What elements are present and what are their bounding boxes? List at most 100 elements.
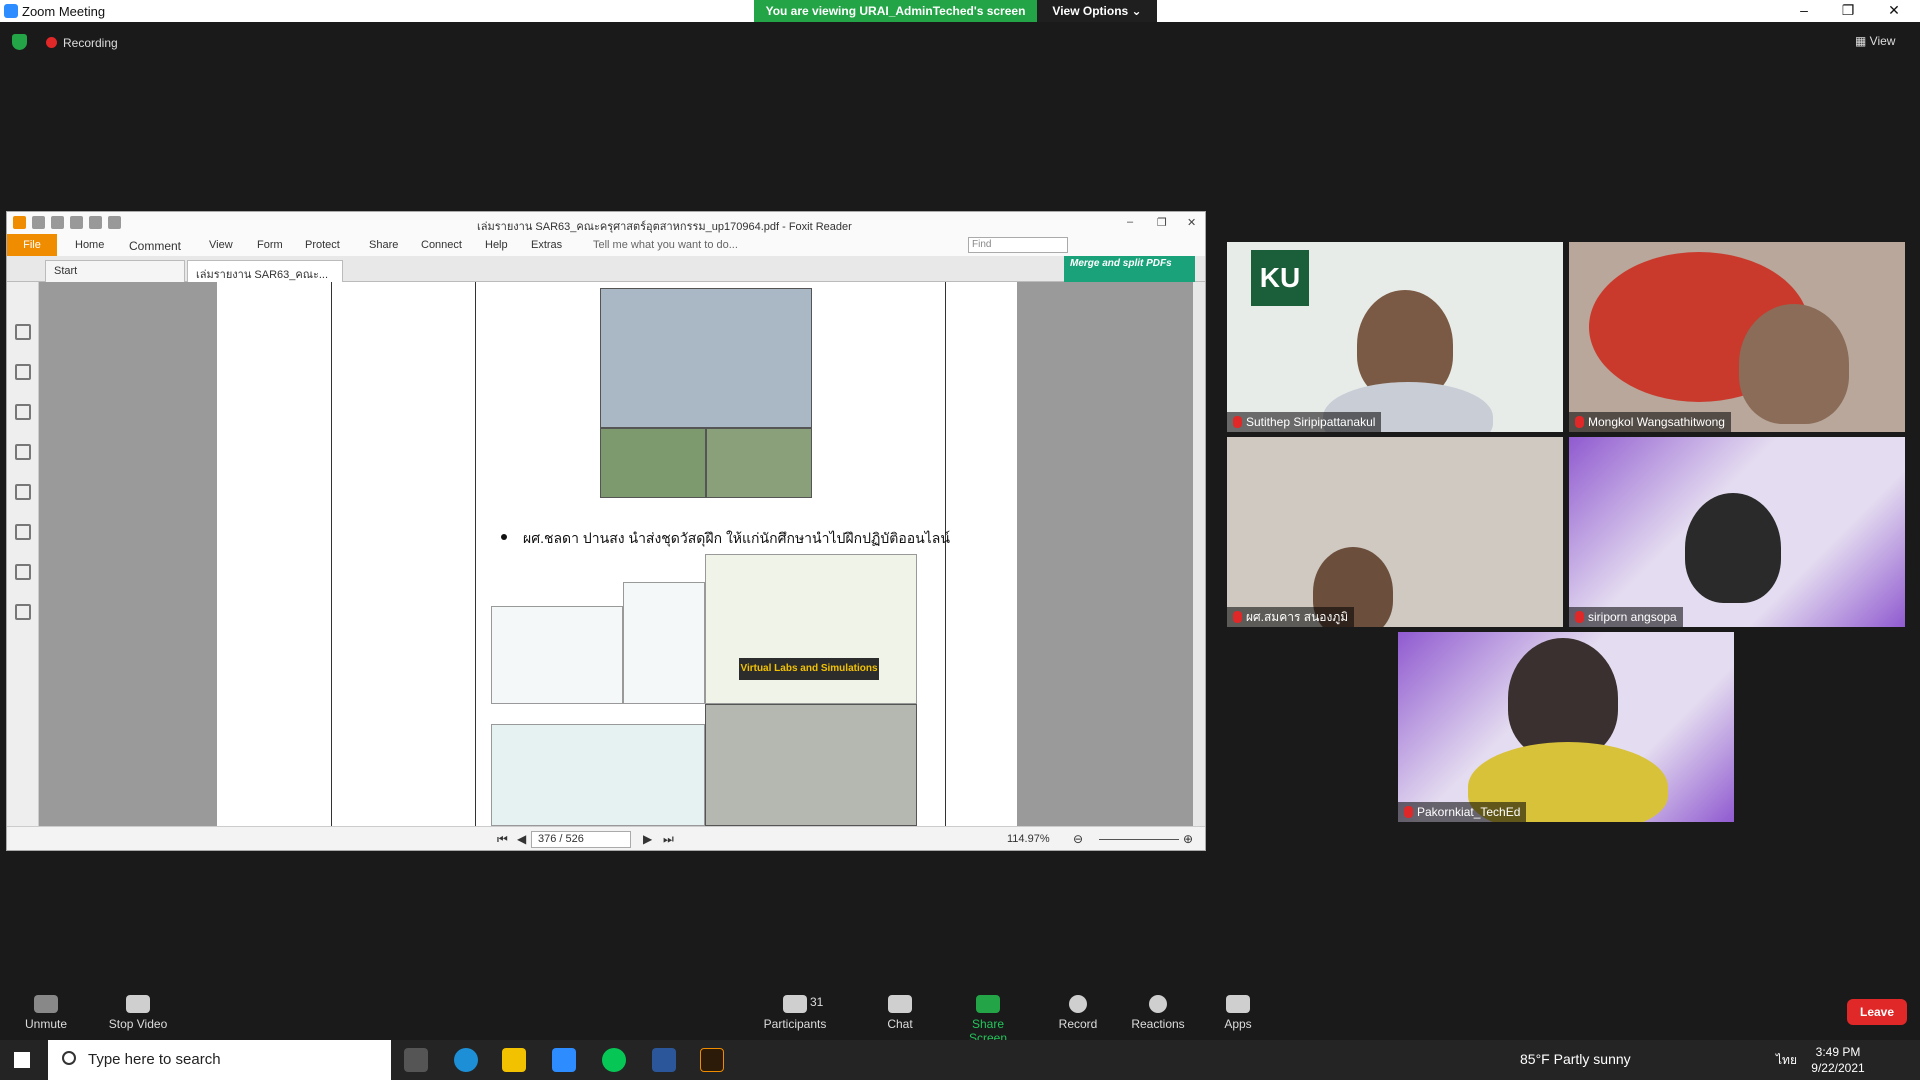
- word-icon[interactable]: [652, 1048, 676, 1072]
- bullet-point: [501, 534, 507, 540]
- input-language[interactable]: ไทย: [1776, 1051, 1797, 1070]
- participant-avatar: [1508, 638, 1618, 758]
- open-icon[interactable]: [32, 216, 45, 229]
- recording-dot-icon: [46, 37, 57, 48]
- menu-comment[interactable]: Comment: [129, 239, 181, 253]
- menu-file[interactable]: File: [7, 234, 57, 256]
- tab-start[interactable]: Start: [45, 260, 185, 282]
- search-icon: [62, 1051, 76, 1065]
- unmute-button[interactable]: Unmute: [22, 995, 70, 1031]
- view-options-button[interactable]: View Options ⌄: [1037, 0, 1157, 22]
- foxit-close-icon[interactable]: ✕: [1187, 216, 1196, 229]
- bookmark-icon[interactable]: [15, 324, 31, 340]
- dlearn-screenshot-1: [491, 606, 623, 704]
- tutorial-screenshot: [705, 554, 917, 704]
- participant-name: Pakornkiat_TechEd: [1417, 805, 1521, 819]
- task-view-icon[interactable]: [404, 1048, 428, 1072]
- minimize-button[interactable]: –: [1784, 2, 1824, 18]
- undo-icon[interactable]: [89, 216, 102, 229]
- close-button[interactable]: ✕: [1874, 2, 1914, 19]
- illustrator-icon[interactable]: [700, 1048, 724, 1072]
- menu-view[interactable]: View: [209, 239, 233, 251]
- menu-protect[interactable]: Protect: [305, 239, 340, 251]
- edge-icon[interactable]: [454, 1048, 478, 1072]
- menu-form[interactable]: Form: [257, 239, 283, 251]
- pages-icon[interactable]: [15, 364, 31, 380]
- stop-video-label: Stop Video: [108, 1017, 168, 1031]
- fill-sign-icon[interactable]: [15, 604, 31, 620]
- first-page-icon[interactable]: ⏮: [497, 832, 508, 847]
- participant-name-bar: Sutithep Siripipattanakul: [1227, 412, 1382, 432]
- weather-widget[interactable]: 85°F Partly sunny: [1520, 1051, 1631, 1067]
- zoom-slider[interactable]: [1099, 839, 1179, 840]
- zoom-taskbar-icon[interactable]: [552, 1048, 576, 1072]
- menu-extras[interactable]: Extras: [531, 239, 562, 251]
- taskbar-search[interactable]: Type here to search: [48, 1040, 391, 1080]
- share-screen-icon: [976, 995, 1000, 1013]
- video-tile[interactable]: Mongkol Wangsathitwong: [1569, 242, 1905, 432]
- record-button[interactable]: Record: [1056, 995, 1100, 1031]
- video-tile[interactable]: KU Sutithep Siripipattanakul: [1227, 242, 1563, 432]
- last-page-icon[interactable]: ⏭: [663, 832, 674, 847]
- foxit-restore-icon[interactable]: ❐: [1157, 216, 1167, 229]
- chat-label: Chat: [887, 1017, 913, 1031]
- page-number-input[interactable]: 376 / 526: [531, 831, 631, 848]
- stop-video-button[interactable]: Stop Video: [106, 995, 170, 1031]
- prev-page-icon[interactable]: ◀: [517, 832, 526, 846]
- zoom-level[interactable]: 114.97%: [1007, 833, 1050, 845]
- participant-name-bar: Mongkol Wangsathitwong: [1569, 412, 1731, 432]
- vertical-scrollbar[interactable]: [1193, 282, 1205, 826]
- zoom-toolbar: Unmute Stop Video Participants 31 Chat S…: [0, 975, 1920, 1045]
- web-screenshot: [623, 582, 705, 704]
- reactions-label: Reactions: [1131, 1017, 1185, 1031]
- tab-document[interactable]: เล่มรายงาน SAR63_คณะ...: [187, 260, 343, 282]
- zoom-in-icon[interactable]: ⊕: [1183, 832, 1193, 846]
- group-photo-top: [600, 288, 812, 428]
- document-view[interactable]: ผศ.ชลดา ปานสง นำส่งชุดวัสดุฝึก ให้แก่นัก…: [7, 282, 1205, 826]
- dlearn-screenshot-2: [491, 724, 705, 826]
- video-tile[interactable]: ผศ.สมคาร สนองภูมิ: [1227, 437, 1563, 627]
- tell-me-search[interactable]: Tell me what you want to do...: [593, 239, 738, 251]
- shared-screen-foxit-window: เล่มรายงาน SAR63_คณะครุศาสตร์อุตสาหกรรม_…: [6, 211, 1206, 851]
- chat-icon: [888, 995, 912, 1013]
- menu-home[interactable]: Home: [75, 239, 104, 251]
- attachment-icon[interactable]: [15, 484, 31, 500]
- unmute-label: Unmute: [24, 1017, 68, 1031]
- system-clock[interactable]: 3:49 PM 9/22/2021: [1808, 1044, 1868, 1076]
- print-icon[interactable]: [70, 216, 83, 229]
- redo-icon[interactable]: [108, 216, 121, 229]
- windows-start-icon[interactable]: [14, 1052, 30, 1068]
- pdf-page: ผศ.ชลดา ปานสง นำส่งชุดวัสดุฝึก ให้แก่นัก…: [217, 282, 1017, 826]
- layers-icon[interactable]: [15, 404, 31, 420]
- windows-taskbar: Type here to search 85°F Partly sunny ไท…: [0, 1040, 1920, 1080]
- participant-name: siriporn angsopa: [1588, 610, 1677, 624]
- video-tile[interactable]: siriporn angsopa: [1569, 437, 1905, 627]
- signature-icon[interactable]: [15, 524, 31, 540]
- comments-icon[interactable]: [15, 444, 31, 460]
- file-explorer-icon[interactable]: [502, 1048, 526, 1072]
- apps-button[interactable]: Apps: [1222, 995, 1254, 1031]
- view-layout-button[interactable]: ▦ View: [1855, 34, 1895, 48]
- menu-connect[interactable]: Connect: [421, 239, 462, 251]
- merge-split-banner[interactable]: Merge and split PDFs: [1064, 256, 1195, 282]
- lock-icon[interactable]: [15, 564, 31, 580]
- clock-date: 9/22/2021: [1811, 1061, 1865, 1075]
- leave-button[interactable]: Leave: [1847, 999, 1907, 1025]
- menu-help[interactable]: Help: [485, 239, 508, 251]
- next-page-icon[interactable]: ▶: [643, 832, 652, 846]
- share-screen-button[interactable]: Share Screen: [952, 995, 1024, 1045]
- participant-name-bar: siriporn angsopa: [1569, 607, 1683, 627]
- viewing-screen-banner: You are viewing URAI_AdminTeched's scree…: [754, 0, 1037, 22]
- zoom-out-icon[interactable]: ⊖: [1073, 832, 1083, 846]
- chat-button[interactable]: Chat: [880, 995, 920, 1031]
- menu-share[interactable]: Share: [369, 239, 398, 251]
- save-icon[interactable]: [51, 216, 64, 229]
- encryption-shield-icon[interactable]: [12, 34, 27, 50]
- table-line: [475, 282, 476, 826]
- foxit-minimize-icon[interactable]: –: [1127, 216, 1133, 228]
- find-input[interactable]: Find: [968, 237, 1068, 253]
- reactions-button[interactable]: Reactions: [1131, 995, 1185, 1031]
- video-tile[interactable]: Pakornkiat_TechEd: [1398, 632, 1734, 822]
- line-app-icon[interactable]: [602, 1048, 626, 1072]
- maximize-button[interactable]: ❐: [1828, 2, 1868, 19]
